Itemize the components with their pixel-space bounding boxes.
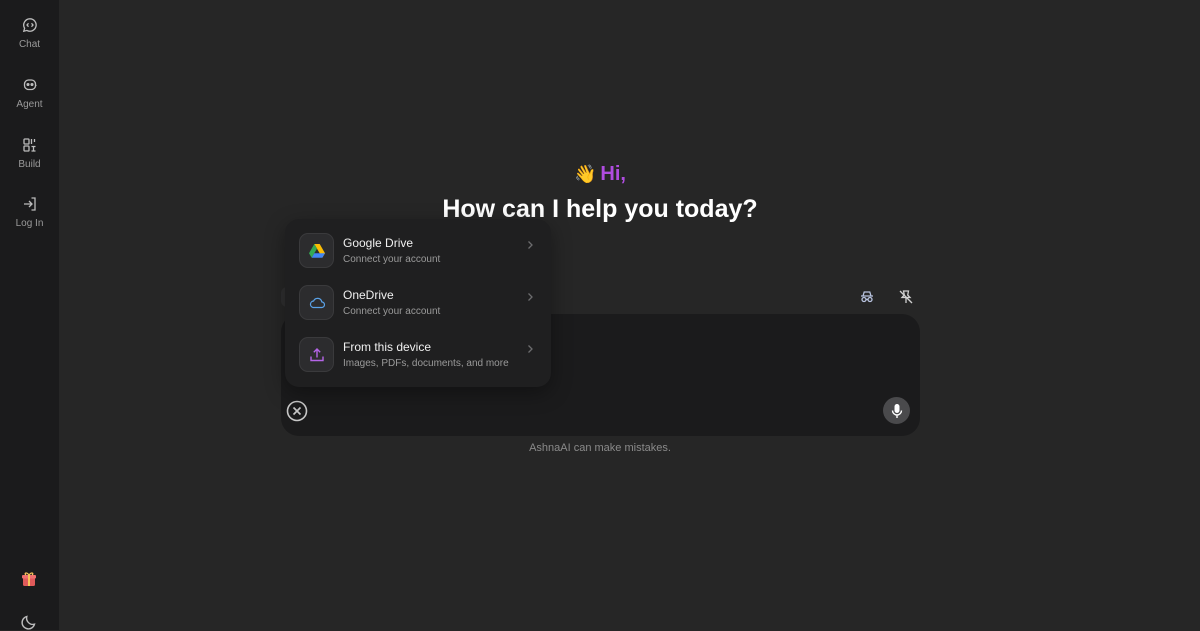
sidebar-item-label: Chat xyxy=(18,39,41,50)
upload-icon xyxy=(299,337,334,372)
sidebar: Chat Agent Build Log In xyxy=(0,0,59,630)
close-circle-icon[interactable] xyxy=(286,400,308,422)
sidebar-item-build[interactable]: Build xyxy=(0,137,59,185)
greeting: 👋 Hi, xyxy=(574,162,626,186)
menu-item-subtitle: Images, PDFs, documents, and more xyxy=(343,358,509,369)
attach-menu: Google Drive Connect your account OneDri… xyxy=(285,219,551,387)
menu-item-onedrive[interactable]: OneDrive Connect your account xyxy=(285,284,551,336)
disclaimer: AshnaAI can make mistakes. xyxy=(529,442,671,454)
greeting-hi: Hi, xyxy=(600,163,626,185)
menu-item-subtitle: Connect your account xyxy=(343,254,441,265)
menu-item-subtitle: Connect your account xyxy=(343,306,441,317)
sidebar-item-label: Agent xyxy=(16,99,43,110)
menu-item-google-drive[interactable]: Google Drive Connect your account xyxy=(285,232,551,284)
wave-emoji: 👋 xyxy=(574,164,597,184)
moon-icon[interactable] xyxy=(20,613,38,631)
chat-icon xyxy=(22,18,37,33)
chevron-right-icon xyxy=(528,241,533,249)
chevron-right-icon xyxy=(528,293,533,301)
google-drive-icon xyxy=(299,233,334,268)
sidebar-item-chat[interactable]: Chat xyxy=(0,17,59,65)
unpin-icon[interactable] xyxy=(897,288,915,306)
build-icon xyxy=(22,138,35,152)
menu-item-from-device[interactable]: From this device Images, PDFs, documents… xyxy=(285,336,551,388)
gift-icon[interactable] xyxy=(20,570,38,588)
onedrive-icon xyxy=(299,285,334,320)
agent-icon xyxy=(23,79,36,91)
menu-item-title: Google Drive xyxy=(343,236,414,250)
chevron-right-icon xyxy=(528,345,533,353)
incognito-icon[interactable] xyxy=(858,288,876,306)
microphone-button[interactable] xyxy=(883,397,910,424)
sidebar-item-label: Build xyxy=(18,159,41,170)
microphone-icon xyxy=(891,403,902,418)
menu-item-title: OneDrive xyxy=(343,288,394,302)
sidebar-item-agent[interactable]: Agent xyxy=(0,77,59,125)
menu-item-title: From this device xyxy=(343,340,432,354)
page-title: How can I help you today? xyxy=(442,195,758,223)
